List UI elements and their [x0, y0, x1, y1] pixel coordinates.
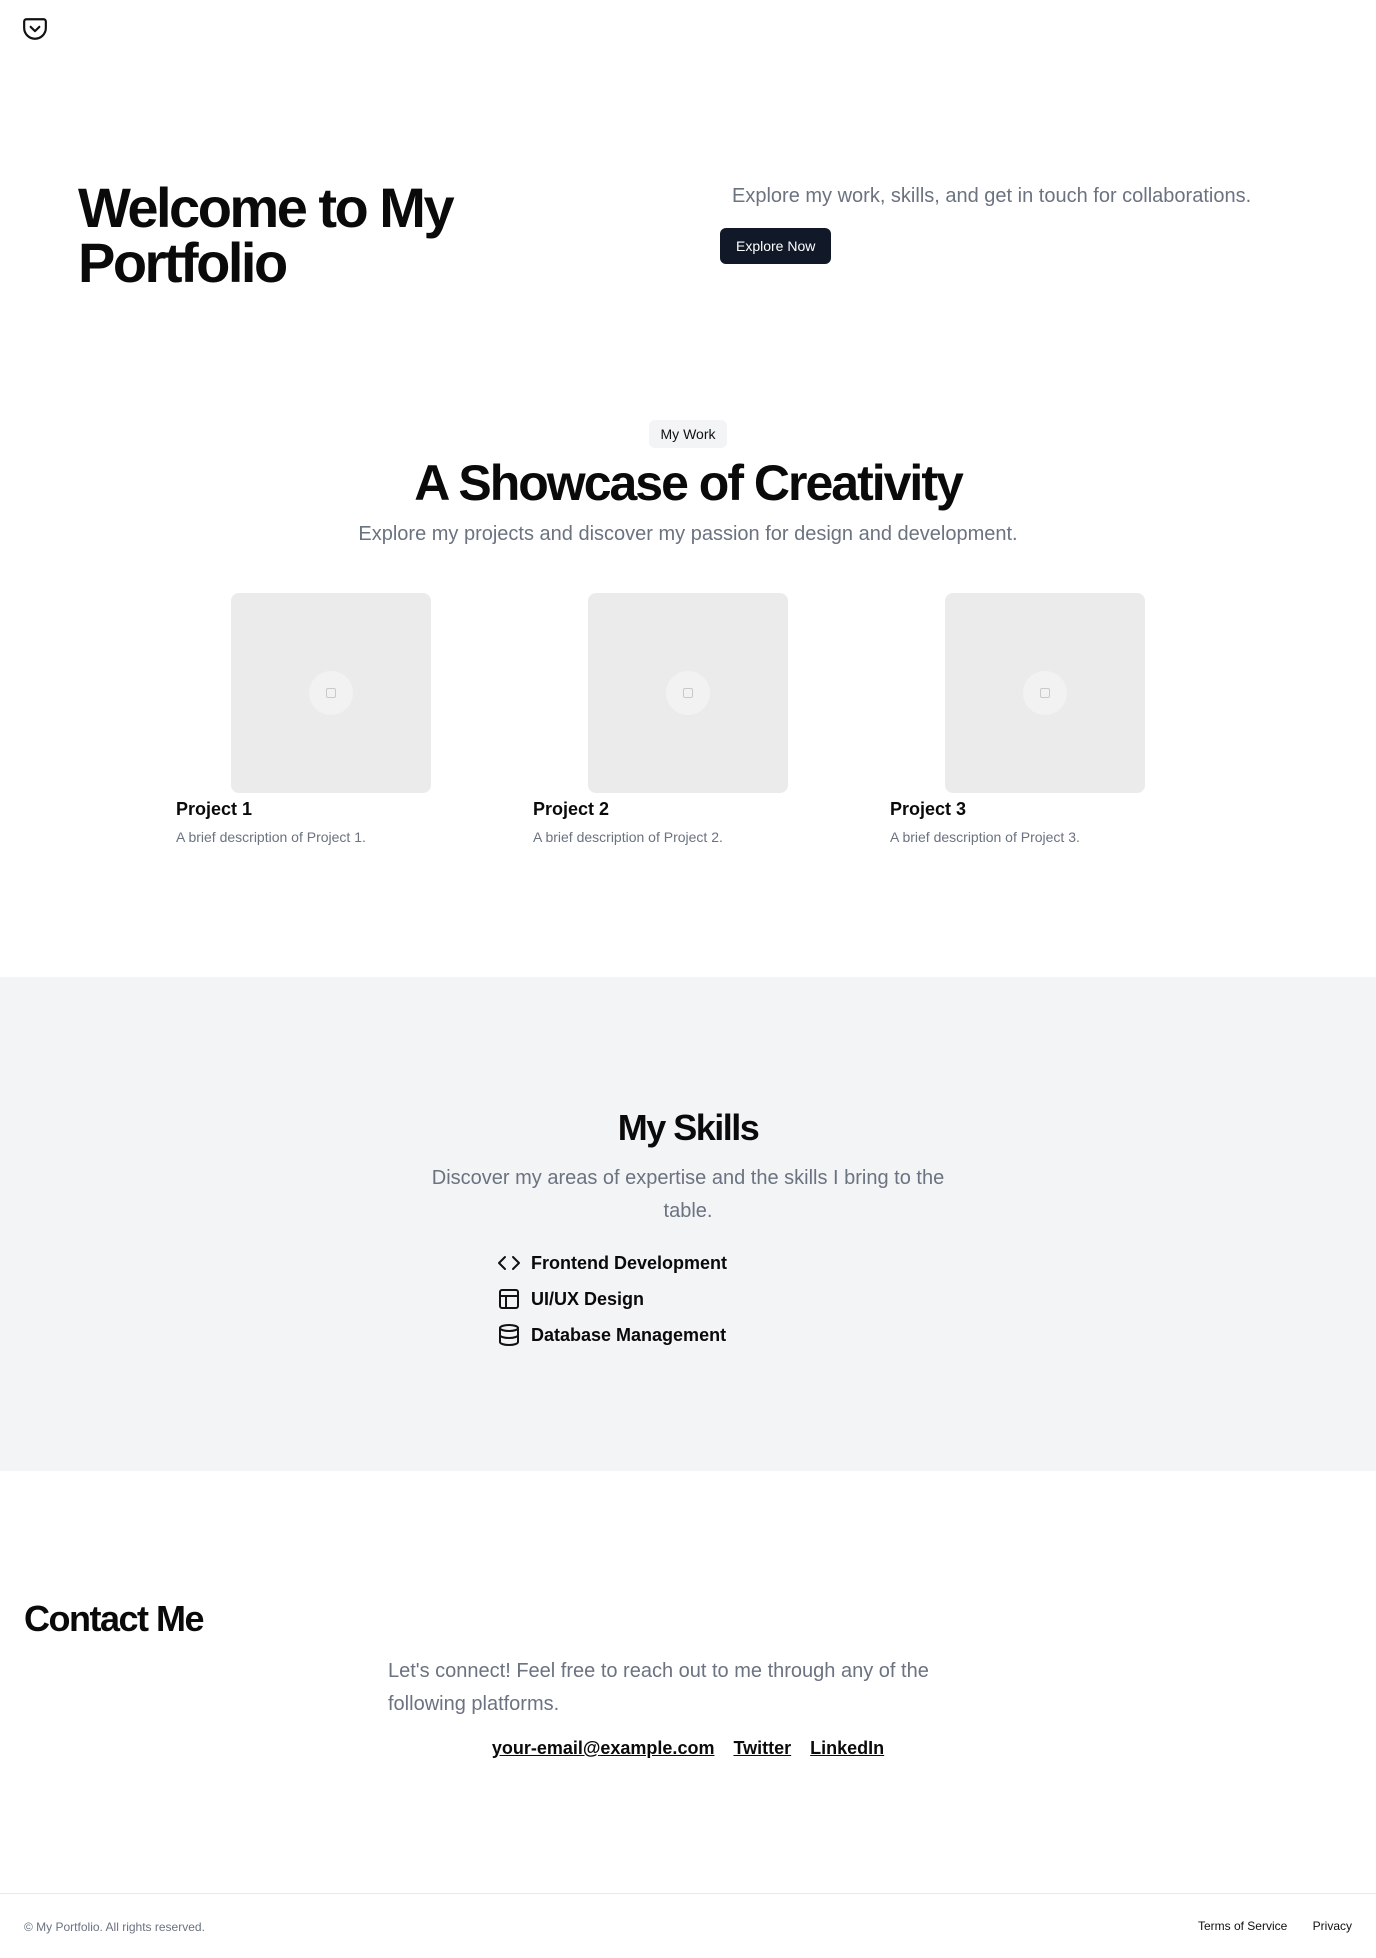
project-image-placeholder — [945, 593, 1145, 793]
project-title: Project 2 — [533, 799, 610, 819]
skill-item: Database Management — [497, 1317, 727, 1353]
project-image-placeholder — [231, 593, 431, 793]
pocket-icon[interactable] — [22, 16, 48, 42]
skill-item: UI/UX Design — [497, 1281, 727, 1317]
skill-label: Frontend Development — [531, 1252, 728, 1273]
privacy-link[interactable]: Privacy — [1313, 1919, 1352, 1933]
skill-item: Frontend Development — [497, 1245, 727, 1281]
project-image-placeholder — [588, 593, 788, 793]
skills-subtitle: Discover my areas of expertise and the s… — [431, 1167, 945, 1222]
contact-title: Contact Me — [24, 1598, 205, 1639]
work-title: A Showcase of Creativity — [414, 455, 964, 511]
hero-title: Welcome to My Portfolio — [78, 176, 455, 294]
layout-icon — [499, 1289, 519, 1309]
skill-label: UI/UX Design — [531, 1288, 645, 1309]
work-subtitle: Explore my projects and discover my pass… — [358, 523, 1018, 545]
database-icon — [499, 1324, 519, 1346]
terms-link[interactable]: Terms of Service — [1198, 1919, 1287, 1933]
project-title: Project 3 — [890, 799, 967, 819]
project-description: A brief description of Project 3. — [890, 829, 1080, 845]
footer-links: Terms of Service Privacy — [1176, 1919, 1352, 1933]
contact-links: your-email@example.com Twitter LinkedIn — [0, 1738, 1376, 1759]
work-section: My Work A Showcase of Creativity Explore… — [0, 420, 1376, 548]
linkedin-link[interactable]: LinkedIn — [810, 1738, 884, 1758]
skills-title: My Skills — [617, 1107, 760, 1148]
explore-now-button[interactable]: Explore Now — [720, 228, 832, 264]
project-description: A brief description of Project 1. — [176, 829, 366, 845]
work-badge: My Work — [648, 420, 728, 448]
twitter-link[interactable]: Twitter — [733, 1738, 791, 1758]
contact-subtitle: Let's connect! Feel free to reach out to… — [388, 1660, 929, 1715]
copyright-text: © My Portfolio. All rights reserved. — [24, 1920, 205, 1934]
skills-section: My Skills Discover my areas of expertise… — [0, 977, 1376, 1471]
skill-list: Frontend Development UI/UX Design Databa… — [497, 1245, 727, 1353]
project-description: A brief description of Project 2. — [533, 829, 723, 845]
project-title: Project 1 — [176, 799, 253, 819]
code-icon — [498, 1256, 520, 1270]
hero-subtitle: Explore my work, skills, and get in touc… — [732, 185, 1252, 207]
email-link[interactable]: your-email@example.com — [492, 1738, 715, 1758]
skill-label: Database Management — [531, 1324, 727, 1345]
footer: © My Portfolio. All rights reserved. Ter… — [0, 1893, 1376, 1958]
